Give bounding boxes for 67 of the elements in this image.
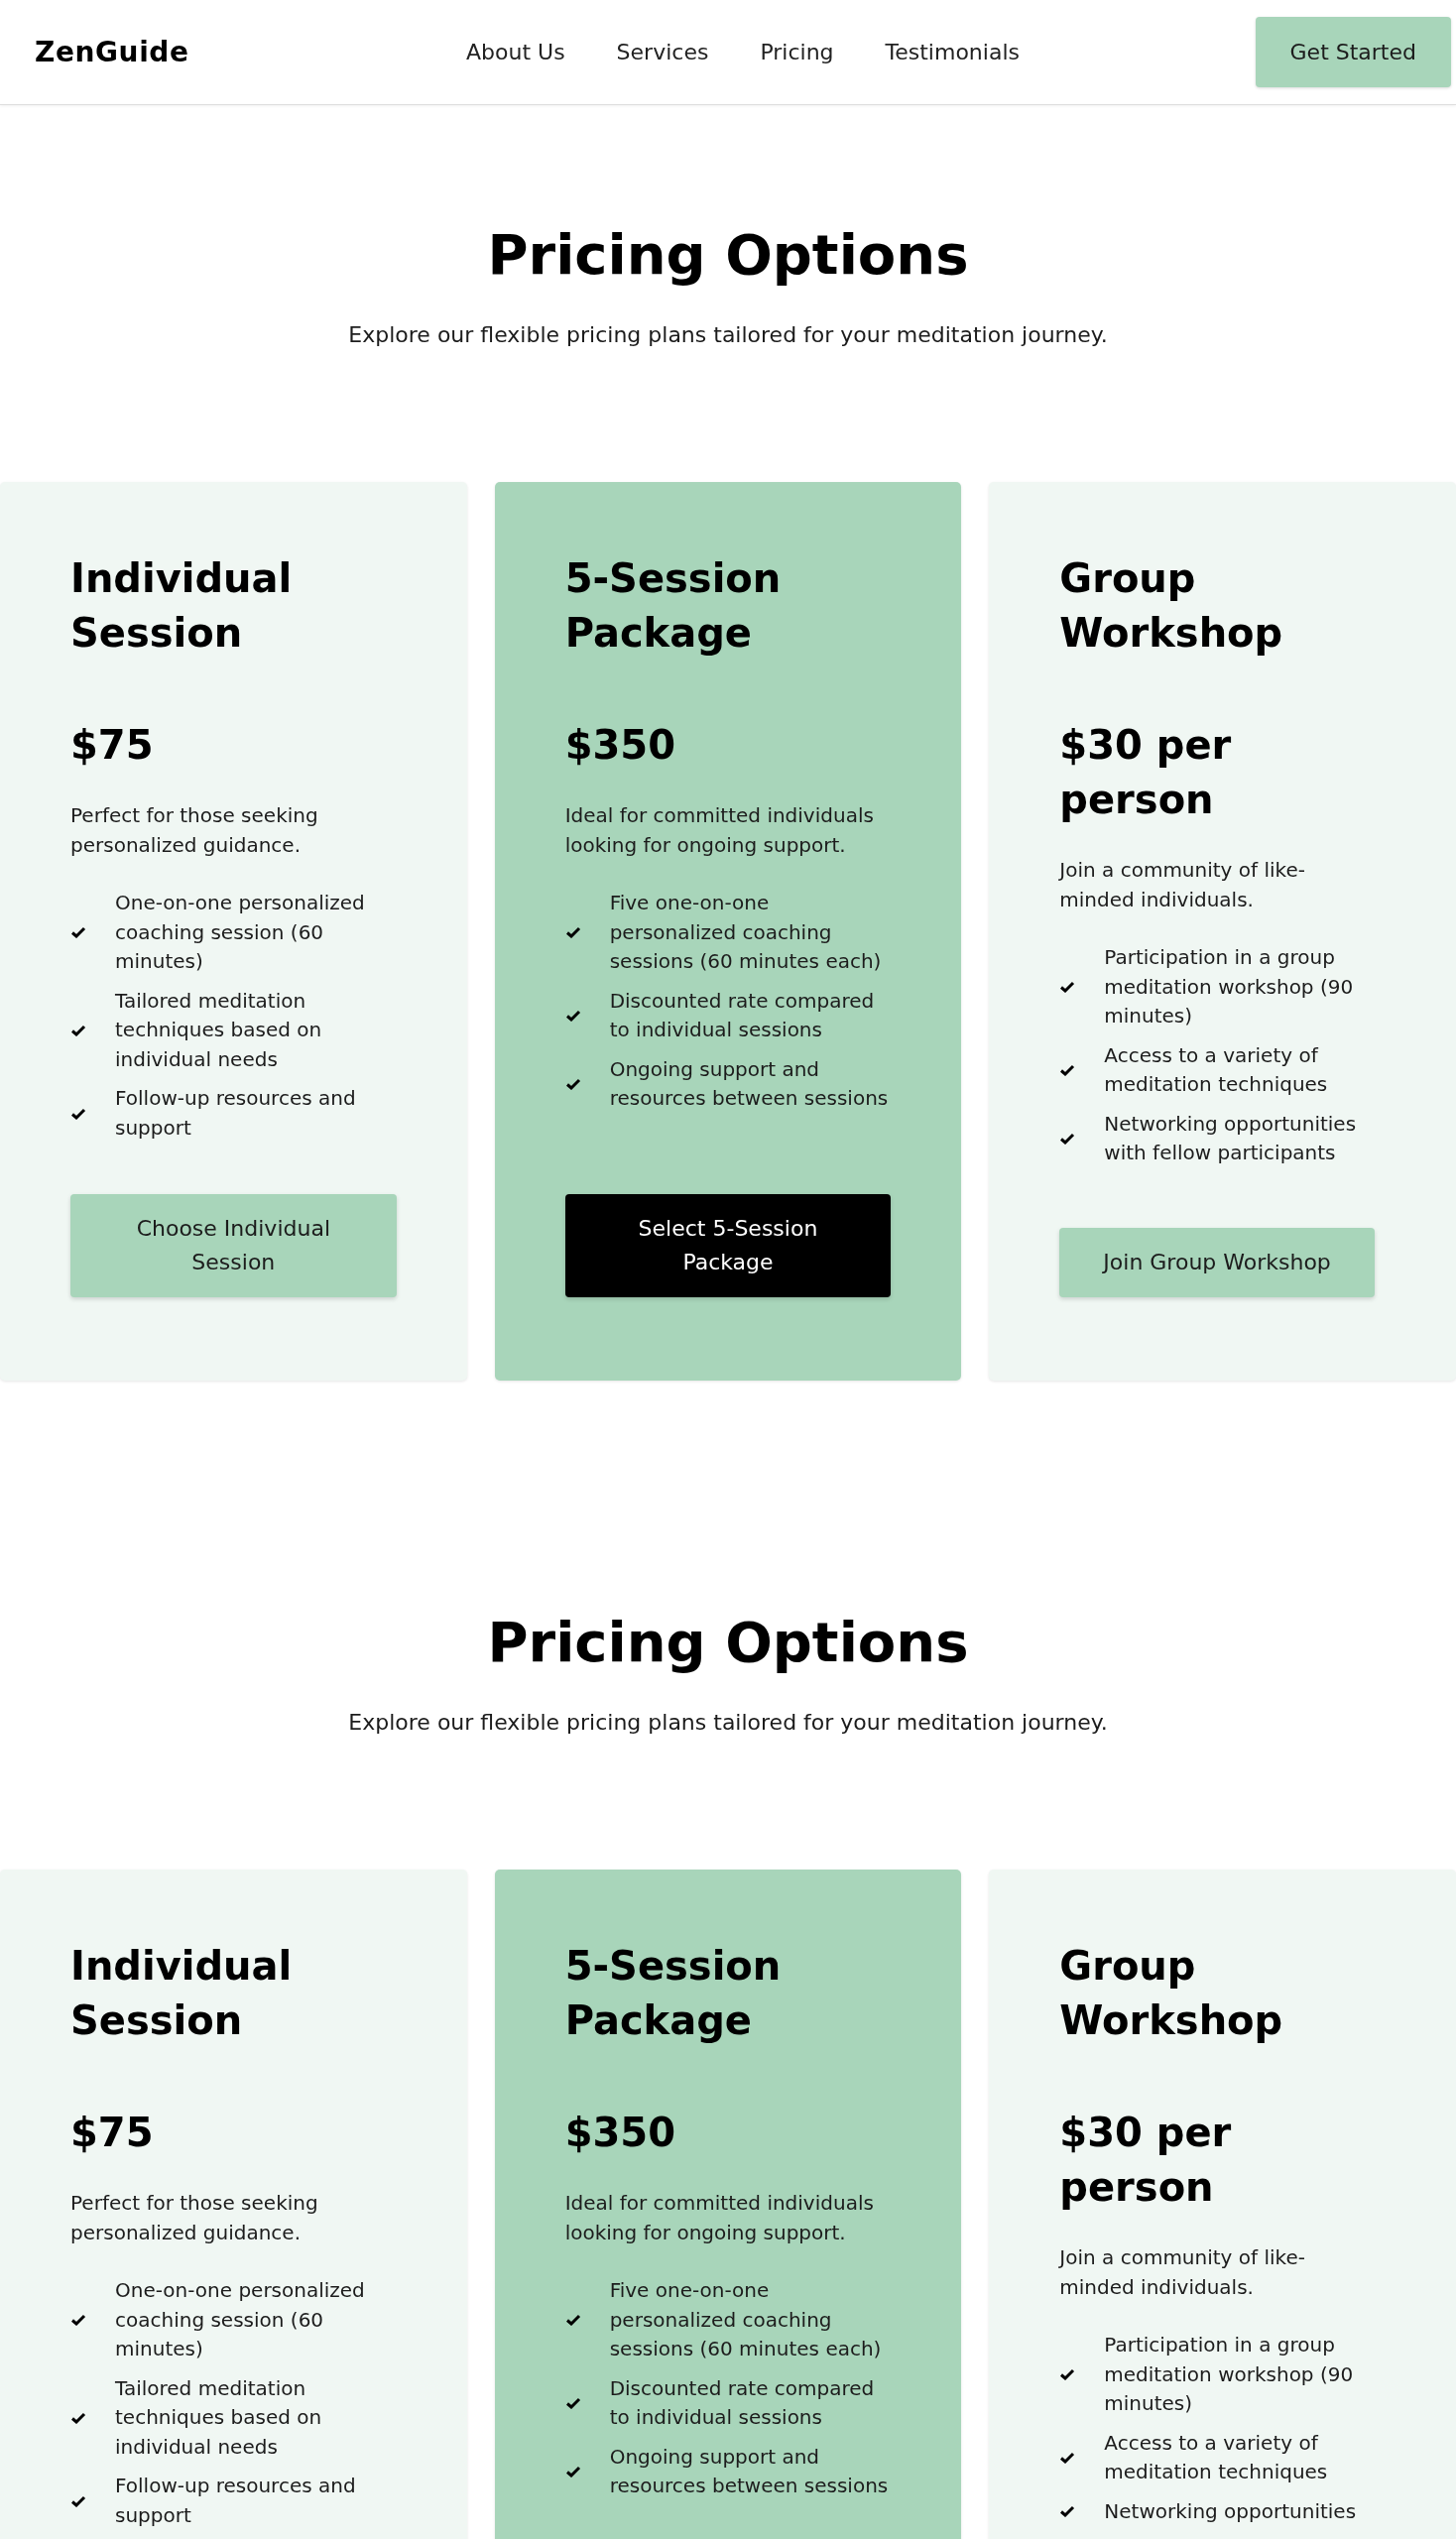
feature-text: Networking opportunities [1104, 2497, 1357, 2525]
section-title: Pricing Options [486, 221, 970, 288]
check-icon [70, 2411, 86, 2424]
check-icon [1059, 2368, 1076, 2381]
check-icon [1059, 1064, 1076, 1076]
choose-plan-button[interactable]: Choose Individual Session [70, 1194, 397, 1297]
get-started-button[interactable]: Get Started [1255, 17, 1451, 87]
check-icon [564, 2314, 581, 2327]
feature-text: Tailored meditation techniques based on individual needs [115, 2374, 323, 2461]
check-icon [564, 1078, 581, 1090]
plan-description: Perfect for those seeking personalized guidance. [70, 2190, 319, 2246]
plan-price: $75 [70, 2109, 155, 2157]
plan-name: Group Workshop [1059, 1942, 1284, 2045]
logo[interactable]: ZenGuide [35, 36, 189, 68]
nav-link[interactable]: Services [616, 40, 709, 64]
feature-text: Access to a variety of meditation techniques [1104, 2429, 1329, 2485]
plan-price: $30 per person [1059, 721, 1233, 824]
check-icon [1059, 2505, 1076, 2518]
feature-text: Participation in a group meditation workshop (90 minutes) [1104, 944, 1355, 1029]
feature-text: Follow-up resources and support [115, 2473, 357, 2529]
plan-name: Group Workshop [1059, 554, 1284, 658]
check-icon [564, 2466, 581, 2478]
feature-text: Discounted rate compared to individual sessions [609, 987, 876, 1043]
feature-text: Follow-up resources and support [115, 1085, 357, 1142]
plan-description: Join a community of like-minded individuals. [1059, 2244, 1306, 2301]
plan-description: Perfect for those seeking personalized guidance. [70, 802, 319, 859]
check-icon [564, 1010, 581, 1022]
feature-text: Ongoing support and resources between sessions [609, 2443, 890, 2499]
check-icon [70, 2314, 86, 2327]
feature-text: Access to a variety of meditation techniques [1104, 1041, 1329, 1098]
plan-name: Individual Session [70, 1942, 294, 2045]
feature-text: Participation in a group meditation workshop (90 minutes) [1104, 2332, 1355, 2417]
check-icon [564, 926, 581, 939]
plan-price: $350 [564, 2109, 676, 2157]
section-title: Pricing Options [486, 1609, 970, 1675]
check-icon [70, 1024, 86, 1036]
section-subtitle: Explore our flexible pricing plans tailored for your meditation journey. [347, 321, 1109, 349]
section-subtitle: Explore our flexible pricing plans tailored for your meditation journey. [347, 1709, 1109, 1737]
nav-link[interactable]: Testimonials [885, 40, 1020, 64]
plan-price: $350 [564, 721, 676, 770]
feature-text: One-on-one personalized coaching session (60 minutes) [115, 2277, 366, 2362]
plan-description: Join a community of like-minded individuals. [1059, 857, 1306, 913]
choose-plan-button[interactable]: Select 5-Session Package [564, 1194, 892, 1297]
feature-text: Five one-on-one personalized coaching sessions (60 minutes each) [609, 2277, 883, 2362]
check-icon [1059, 2452, 1076, 2464]
plan-name: 5-Session Package [564, 1942, 783, 2045]
check-icon [1059, 1133, 1076, 1145]
plan-description: Ideal for committed individuals looking for ongoing support. [564, 802, 875, 859]
plan-price: $75 [70, 721, 155, 770]
check-icon [1059, 981, 1076, 994]
plan-name: 5-Session Package [564, 554, 783, 658]
feature-text: Tailored meditation techniques based on individual needs [115, 987, 323, 1073]
plan-price: $30 per person [1059, 2109, 1233, 2212]
plan-name: Individual Session [70, 554, 294, 658]
feature-text: One-on-one personalized coaching session (60 minutes) [115, 890, 366, 975]
feature-text: Five one-on-one personalized coaching sessions (60 minutes each) [609, 890, 883, 975]
check-icon [70, 926, 86, 939]
feature-text: Ongoing support and resources between sessions [609, 1055, 890, 1112]
plan-description: Ideal for committed individuals looking for ongoing support. [564, 2190, 875, 2246]
nav-link[interactable]: Pricing [760, 40, 834, 64]
feature-text: Discounted rate compared to individual sessions [609, 2374, 876, 2431]
choose-plan-button[interactable]: Join Group Workshop [1059, 1228, 1375, 1297]
feature-text: Networking opportunities with fellow participants [1104, 1110, 1358, 1166]
check-icon [70, 2494, 86, 2507]
nav-link[interactable]: About Us [466, 40, 565, 64]
check-icon [564, 2397, 581, 2409]
check-icon [70, 1107, 86, 1120]
